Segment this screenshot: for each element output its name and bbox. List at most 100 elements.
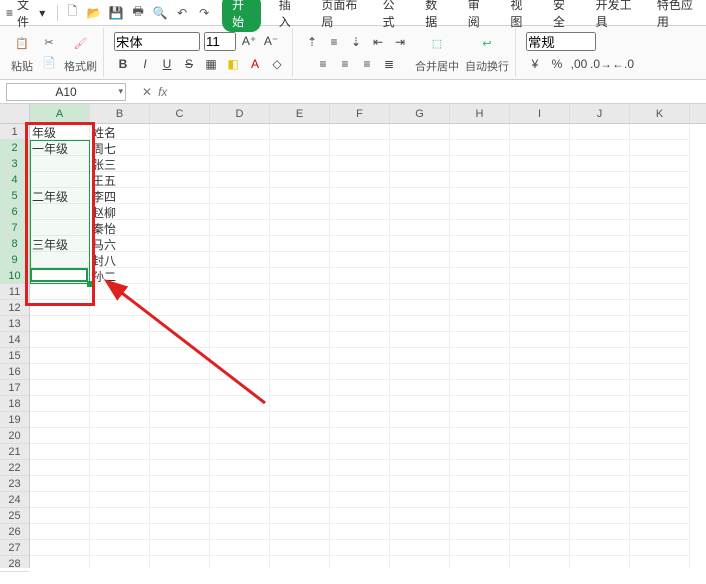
cell[interactable] [270, 300, 330, 316]
cell[interactable] [630, 476, 690, 492]
cell[interactable] [270, 172, 330, 188]
cell[interactable] [570, 412, 630, 428]
tab-special[interactable]: 特色应用 [651, 0, 700, 34]
cell[interactable] [630, 252, 690, 268]
cell[interactable] [390, 348, 450, 364]
row-header[interactable]: 20 [0, 428, 29, 444]
cell[interactable] [150, 172, 210, 188]
cell[interactable] [570, 428, 630, 444]
cell[interactable] [330, 140, 390, 156]
cell[interactable] [390, 236, 450, 252]
row-header[interactable]: 17 [0, 380, 29, 396]
cell[interactable] [510, 140, 570, 156]
cell[interactable] [270, 412, 330, 428]
format-painter-button[interactable]: 🖌 格式刷 [64, 32, 97, 74]
cell[interactable] [330, 396, 390, 412]
cell[interactable]: 年级 [30, 124, 90, 140]
align-center-icon[interactable]: ≡ [336, 55, 354, 73]
cell[interactable] [330, 156, 390, 172]
cell[interactable]: 马六 [90, 236, 150, 252]
font-size-select[interactable] [204, 32, 236, 51]
column-header[interactable]: G [390, 104, 450, 123]
cell[interactable] [570, 380, 630, 396]
row-header[interactable]: 6 [0, 204, 29, 220]
row-header[interactable]: 5 [0, 188, 29, 204]
cell[interactable] [210, 332, 270, 348]
align-bottom-icon[interactable]: ⇣ [347, 33, 365, 51]
cell[interactable] [150, 524, 210, 540]
cell[interactable] [210, 124, 270, 140]
cell[interactable] [270, 428, 330, 444]
cell[interactable] [450, 460, 510, 476]
cell[interactable] [630, 156, 690, 172]
comma-style-button[interactable]: ,00 [570, 55, 588, 73]
cell[interactable] [450, 348, 510, 364]
increase-font-icon[interactable]: A⁺ [240, 32, 258, 50]
cell[interactable] [630, 348, 690, 364]
cell[interactable] [450, 540, 510, 556]
cell[interactable] [270, 284, 330, 300]
cell[interactable]: 秦怡 [90, 220, 150, 236]
cell[interactable] [90, 284, 150, 300]
cell[interactable] [210, 316, 270, 332]
cell[interactable] [150, 284, 210, 300]
cell[interactable] [630, 316, 690, 332]
cell[interactable] [150, 380, 210, 396]
indent-decrease-icon[interactable]: ⇤ [369, 33, 387, 51]
cell[interactable] [270, 524, 330, 540]
cell[interactable] [510, 236, 570, 252]
cell[interactable] [390, 396, 450, 412]
strikethrough-button[interactable]: S [180, 55, 198, 73]
cell[interactable] [510, 364, 570, 380]
cell[interactable] [510, 380, 570, 396]
row-header[interactable]: 28 [0, 556, 29, 572]
align-justify-icon[interactable]: ≣ [380, 55, 398, 73]
cell[interactable]: 三年级 [30, 236, 90, 252]
row-header[interactable]: 23 [0, 476, 29, 492]
row-header[interactable]: 19 [0, 412, 29, 428]
cell[interactable] [30, 556, 90, 568]
cell[interactable] [390, 524, 450, 540]
cell[interactable] [450, 444, 510, 460]
cell[interactable] [150, 556, 210, 568]
undo-icon[interactable]: ↶ [174, 5, 190, 21]
cell[interactable] [30, 156, 90, 172]
cell[interactable] [510, 156, 570, 172]
row-header[interactable]: 25 [0, 508, 29, 524]
cell[interactable] [510, 412, 570, 428]
cell[interactable] [270, 188, 330, 204]
cell[interactable] [150, 204, 210, 220]
cell[interactable] [630, 524, 690, 540]
cell[interactable] [30, 524, 90, 540]
align-middle-icon[interactable]: ≡ [325, 33, 343, 51]
cell[interactable] [510, 460, 570, 476]
cell[interactable] [150, 508, 210, 524]
cell[interactable] [150, 444, 210, 460]
cell[interactable] [630, 188, 690, 204]
cell[interactable] [330, 284, 390, 300]
clear-format-button[interactable]: ◇ [268, 55, 286, 73]
cell[interactable] [150, 428, 210, 444]
cell[interactable] [90, 460, 150, 476]
cell[interactable] [90, 348, 150, 364]
cell[interactable] [390, 460, 450, 476]
cell[interactable] [90, 428, 150, 444]
cell[interactable] [570, 284, 630, 300]
cell[interactable] [450, 252, 510, 268]
cell[interactable] [210, 364, 270, 380]
percent-button[interactable]: % [548, 55, 566, 73]
cell[interactable] [450, 236, 510, 252]
cell[interactable] [570, 332, 630, 348]
cell[interactable] [510, 220, 570, 236]
cell[interactable] [390, 492, 450, 508]
cell[interactable] [570, 396, 630, 412]
row-header[interactable]: 27 [0, 540, 29, 556]
row-header[interactable]: 18 [0, 396, 29, 412]
cell[interactable] [270, 140, 330, 156]
cell[interactable]: 一年级 [30, 140, 90, 156]
column-header[interactable]: A [30, 104, 90, 123]
align-left-icon[interactable]: ≡ [314, 55, 332, 73]
cell[interactable] [330, 236, 390, 252]
column-header[interactable]: H [450, 104, 510, 123]
cell[interactable] [510, 188, 570, 204]
